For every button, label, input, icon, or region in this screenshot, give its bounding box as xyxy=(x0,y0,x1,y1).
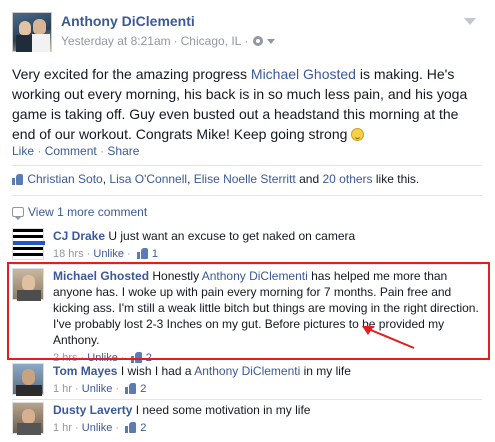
post-actions: Like · Comment · Share xyxy=(12,144,139,158)
comment-body: CJ Drake U just want an excuse to get na… xyxy=(53,228,473,262)
commenter-name[interactable]: Dusty Laverty xyxy=(53,403,132,417)
likes-others-link[interactable]: 20 others xyxy=(323,172,373,186)
meta-separator: · xyxy=(75,383,79,395)
comment-meta: 1 hr · Unlike · 2 xyxy=(53,381,473,397)
comment-bubble-icon xyxy=(12,207,24,220)
comment-button[interactable]: Comment xyxy=(45,144,97,158)
comment-text-part: in my life xyxy=(300,364,351,378)
meta-separator: · xyxy=(115,383,120,395)
meta-separator: · xyxy=(244,34,249,48)
divider xyxy=(12,195,482,196)
post-timestamp[interactable]: Yesterday at 8:21am xyxy=(61,34,171,48)
privacy-globe-icon[interactable] xyxy=(253,36,264,46)
comment-text-part: I wish I had a xyxy=(120,364,195,378)
post-location[interactable]: Chicago, IL xyxy=(181,34,242,48)
meta-separator: · xyxy=(127,248,131,260)
comment-unlike-button[interactable]: Unlike xyxy=(82,422,113,434)
liker-link[interactable]: Elise Noelle Sterritt xyxy=(194,172,296,186)
comment-item: CJ Drake U just want an excuse to get na… xyxy=(12,228,482,260)
post-text-part: Very excited for the amazing progress xyxy=(12,66,251,82)
post-meta: Yesterday at 8:21am · Chicago, IL · xyxy=(61,34,276,48)
commenter-avatar[interactable] xyxy=(12,363,44,396)
commenter-avatar[interactable] xyxy=(12,402,44,435)
comment-item: Dusty Laverty I need some motivation in … xyxy=(12,402,482,436)
author-avatar[interactable] xyxy=(12,12,52,52)
commenter-name[interactable]: Tom Mayes xyxy=(53,364,117,378)
like-button[interactable]: Like xyxy=(12,144,34,158)
liker-link[interactable]: Christian Soto xyxy=(27,172,102,186)
action-separator: · xyxy=(37,144,42,158)
annotation-arrow-icon xyxy=(362,326,415,349)
comment-like-count[interactable]: 2 xyxy=(140,383,146,395)
comment-meta: 1 hr · Unlike · 2 xyxy=(53,420,473,436)
view-more-comments-link[interactable]: View 1 more comment xyxy=(12,205,148,220)
comment-time[interactable]: 1 hr xyxy=(53,422,72,434)
meta-separator: · xyxy=(115,422,120,434)
comment-mention-link[interactable]: Anthony DiClementi xyxy=(194,364,300,378)
likes-and: and xyxy=(299,172,320,186)
comment-time[interactable]: 18 hrs xyxy=(53,248,84,260)
comment-like-count[interactable]: 2 xyxy=(140,422,146,434)
like-thumb-icon xyxy=(12,173,24,185)
post-options-chevron-down-icon[interactable] xyxy=(464,18,476,25)
comment-time[interactable]: 1 hr xyxy=(53,383,72,395)
comment-unlike-button[interactable]: Unlike xyxy=(82,383,113,395)
comment-text: I need some motivation in my life xyxy=(135,403,311,417)
liker-link[interactable]: Lisa O'Connell xyxy=(109,172,187,186)
comment-item: Tom Mayes I wish I had a Anthony DiCleme… xyxy=(12,363,482,397)
comment-like-count[interactable]: 1 xyxy=(152,248,158,260)
comment-unlike-button[interactable]: Unlike xyxy=(93,248,124,260)
meta-separator: · xyxy=(173,34,178,48)
comment-meta: 18 hrs · Unlike · 1 xyxy=(53,246,473,262)
view-more-label: View 1 more comment xyxy=(28,205,148,219)
like-thumb-icon xyxy=(136,247,149,259)
meta-separator: · xyxy=(75,422,79,434)
comment-body: Tom Mayes I wish I had a Anthony DiCleme… xyxy=(53,363,473,397)
post-text: Very excited for the amazing progress Mi… xyxy=(12,64,482,144)
divider xyxy=(12,165,482,166)
likes-summary: Christian Soto, Lisa O'Connell, Elise No… xyxy=(12,172,482,186)
comment-text: U just want an excuse to get naked on ca… xyxy=(108,229,356,243)
share-button[interactable]: Share xyxy=(107,144,139,158)
meta-separator: · xyxy=(86,248,91,260)
highlight-box xyxy=(7,262,490,360)
audience-caret-icon[interactable] xyxy=(267,39,276,44)
like-thumb-icon xyxy=(125,382,137,394)
post-mention-link[interactable]: Michael Ghosted xyxy=(251,66,356,82)
comment-body: Dusty Laverty I need some motivation in … xyxy=(53,402,473,436)
divider xyxy=(12,399,482,400)
commenter-name[interactable]: CJ Drake xyxy=(53,229,105,243)
action-separator: · xyxy=(100,144,105,158)
smile-emoji-icon xyxy=(351,128,365,141)
post-header: Anthony DiClementi Yesterday at 8:21am · C… xyxy=(12,12,482,56)
likes-suffix: like this. xyxy=(375,172,420,186)
like-thumb-icon xyxy=(125,421,137,433)
post-author-name[interactable]: Anthony DiClementi xyxy=(61,13,195,29)
commenter-avatar[interactable] xyxy=(12,228,45,260)
